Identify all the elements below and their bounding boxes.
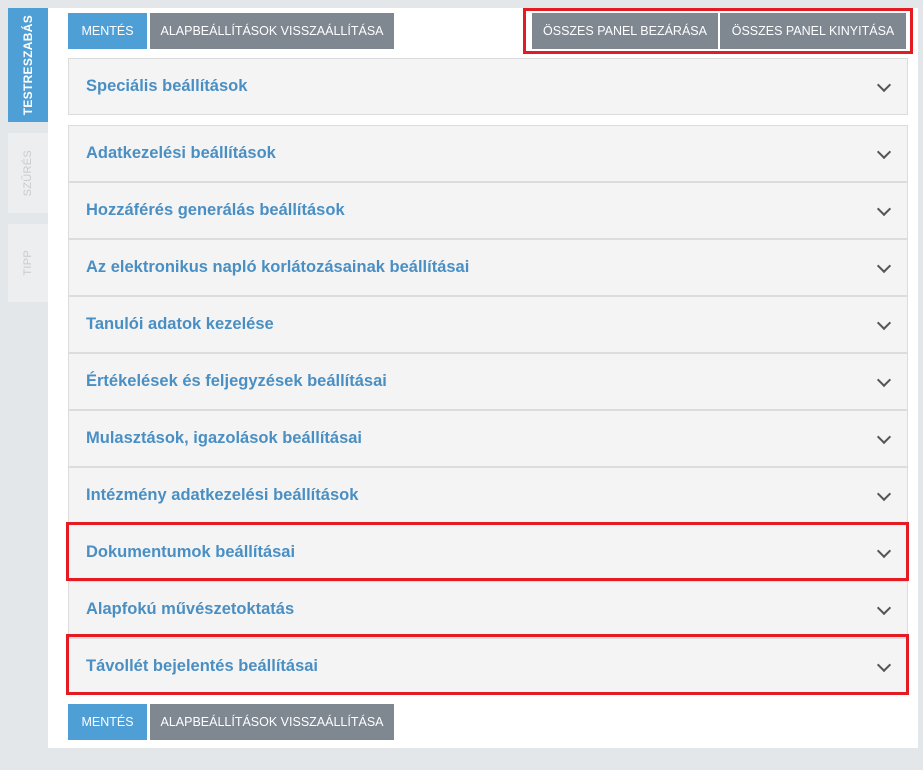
panel-title: Tanulói adatok kezelése bbox=[86, 315, 274, 333]
panel-absence-report[interactable]: Távollét bejelentés beállításai bbox=[68, 638, 908, 695]
expand-all-button[interactable]: Összes panel kinyitása bbox=[720, 13, 906, 49]
panel-grades-notes[interactable]: Értékelések és feljegyzések beállításai bbox=[68, 353, 908, 410]
side-tab-customize[interactable]: Testreszabás bbox=[8, 8, 48, 122]
panel-institution-data[interactable]: Intézmény adatkezelési beállítások bbox=[68, 467, 908, 524]
reset-defaults-button-bottom[interactable]: Alapbeállítások visszaállítása bbox=[150, 704, 394, 740]
panel-title: Intézmény adatkezelési beállítások bbox=[86, 486, 359, 504]
panel-absences[interactable]: Mulasztások, igazolások beállításai bbox=[68, 410, 908, 467]
panel-access-generation[interactable]: Hozzáférés generálás beállítások bbox=[68, 182, 908, 239]
reset-defaults-button-top[interactable]: Alapbeállítások visszaállítása bbox=[150, 13, 394, 49]
panel-e-diary-restrictions[interactable]: Az elektronikus napló korlátozásainak be… bbox=[68, 239, 908, 296]
chevron-down-icon bbox=[876, 258, 892, 273]
panel-data-management[interactable]: Adatkezelési beállítások bbox=[68, 125, 908, 182]
save-button-top[interactable]: Mentés bbox=[68, 13, 147, 49]
panel-special-settings[interactable]: Speciális beállítások bbox=[68, 58, 908, 115]
panel-title: Dokumentumok beállításai bbox=[86, 543, 296, 561]
panel-art-education[interactable]: Alapfokú művészetoktatás bbox=[68, 581, 908, 638]
chevron-down-icon bbox=[876, 600, 892, 615]
collapse-all-button[interactable]: Összes panel bezárása bbox=[532, 13, 718, 49]
panel-title: Hozzáférés generálás beállítások bbox=[86, 201, 345, 219]
panel-title: Az elektronikus napló korlátozásainak be… bbox=[86, 258, 470, 276]
side-tab-label: Testreszabás bbox=[21, 14, 35, 116]
chevron-down-icon bbox=[876, 657, 892, 672]
panel-title: Adatkezelési beállítások bbox=[86, 144, 276, 162]
panel-student-data[interactable]: Tanulói adatok kezelése bbox=[68, 296, 908, 353]
settings-content: Mentés Alapbeállítások visszaállítása Ös… bbox=[48, 8, 918, 748]
panel-title: Értékelések és feljegyzések beállításai bbox=[86, 372, 387, 390]
chevron-down-icon bbox=[876, 486, 892, 501]
panel-title: Speciális beállítások bbox=[86, 77, 248, 95]
save-button-bottom[interactable]: Mentés bbox=[68, 704, 147, 740]
side-tab-tip[interactable]: Tipp bbox=[8, 224, 48, 302]
side-tab-label: Tipp bbox=[22, 250, 34, 276]
side-tab-filter[interactable]: Szűrés bbox=[8, 133, 48, 213]
chevron-down-icon bbox=[876, 429, 892, 444]
panel-title: Alapfokú művészetoktatás bbox=[86, 600, 295, 618]
panel-documents[interactable]: Dokumentumok beállításai bbox=[68, 524, 908, 581]
panel-title: Mulasztások, igazolások beállításai bbox=[86, 429, 363, 447]
chevron-down-icon bbox=[876, 372, 892, 387]
chevron-down-icon bbox=[876, 201, 892, 216]
chevron-down-icon bbox=[876, 543, 892, 558]
side-tab-label: Szűrés bbox=[22, 149, 34, 197]
chevron-down-icon bbox=[876, 144, 892, 159]
panel-title: Távollét bejelentés beállításai bbox=[86, 657, 319, 675]
chevron-down-icon bbox=[876, 315, 892, 330]
chevron-down-icon bbox=[876, 77, 892, 92]
